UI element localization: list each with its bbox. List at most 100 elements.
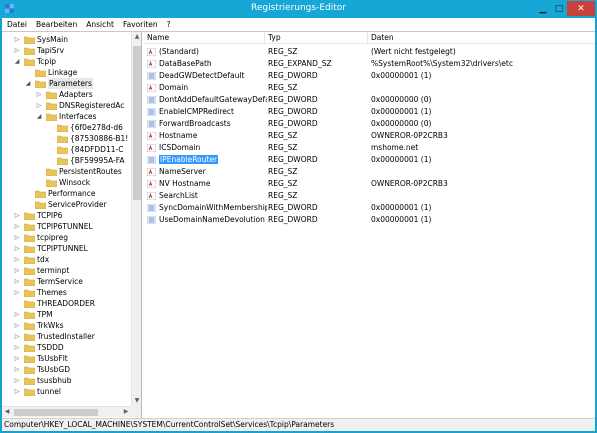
tree-item[interactable]: {BF59995A-FA bbox=[2, 155, 131, 166]
tree-item[interactable]: ▷ tdx bbox=[2, 254, 131, 265]
tree-item[interactable]: ▷ TPM bbox=[2, 309, 131, 320]
expand-icon[interactable]: ▷ bbox=[13, 265, 21, 276]
expand-icon[interactable] bbox=[46, 122, 54, 133]
menu-favoriten[interactable]: Favoriten bbox=[118, 18, 162, 31]
expand-icon[interactable]: ▷ bbox=[13, 232, 21, 243]
tree-item[interactable]: {87530886-B1! bbox=[2, 133, 131, 144]
tree-item[interactable]: PersistentRoutes bbox=[2, 166, 131, 177]
value-row[interactable]: DeadGWDetectDefault REG_DWORD 0x00000001 (… bbox=[144, 70, 595, 82]
expand-icon[interactable]: ▷ bbox=[13, 386, 21, 397]
value-row[interactable]: NameServer REG_SZ bbox=[144, 166, 595, 178]
expand-icon[interactable]: ▷ bbox=[13, 353, 21, 364]
value-row[interactable]: UseDomainNameDevolution REG_DWORD 0x000000… bbox=[144, 214, 595, 226]
value-row[interactable]: DataBasePath REG_EXPAND_SZ %SystemRoot%\Sy… bbox=[144, 58, 595, 70]
tree-item[interactable]: {6f0e278d-d6 bbox=[2, 122, 131, 133]
tree-item[interactable]: ▷ terminpt bbox=[2, 265, 131, 276]
tree-item[interactable]: ▷ Adapters bbox=[2, 89, 131, 100]
collapse-icon[interactable]: ◢ bbox=[35, 111, 43, 122]
expand-icon[interactable]: ▷ bbox=[13, 364, 21, 375]
column-header-data[interactable]: Daten bbox=[368, 32, 595, 44]
expand-icon[interactable]: ▷ bbox=[13, 331, 21, 342]
tree-item[interactable]: ▷ TCPIP6 bbox=[2, 210, 131, 221]
column-header-name[interactable]: Name bbox=[144, 32, 265, 44]
expand-icon[interactable]: ▷ bbox=[13, 243, 21, 254]
column-header-type[interactable]: Typ bbox=[265, 32, 368, 44]
scroll-left-icon[interactable]: ◀ bbox=[2, 407, 12, 417]
tree-vertical-scroll-thumb[interactable] bbox=[133, 46, 141, 200]
menu-datei[interactable]: Datei bbox=[2, 18, 31, 31]
value-row[interactable]: DontAddDefaultGatewayDefaultREG_DWORD 0x0… bbox=[144, 94, 595, 106]
tree-item[interactable]: {84DFDD11-C bbox=[2, 144, 131, 155]
tree-item[interactable]: ServiceProvider bbox=[2, 199, 131, 210]
value-row[interactable]: ICSDomain REG_SZ mshome.net bbox=[144, 142, 595, 154]
tree-vertical-scrollbar[interactable]: ▲ ▼ bbox=[131, 32, 141, 406]
tree-item[interactable]: Performance bbox=[2, 188, 131, 199]
tree-item[interactable]: ▷ TCPIPTUNNEL bbox=[2, 243, 131, 254]
expand-icon[interactable] bbox=[24, 67, 32, 78]
expand-icon[interactable]: ▷ bbox=[13, 34, 21, 45]
menu-bearbeiten[interactable]: Bearbeiten bbox=[31, 18, 81, 31]
expand-icon[interactable] bbox=[35, 166, 43, 177]
collapse-icon[interactable]: ◢ bbox=[24, 78, 32, 89]
menu-ansicht[interactable]: Ansicht bbox=[81, 18, 118, 31]
value-row[interactable]: Hostname REG_SZ OWNEROR-0P2CRB3 bbox=[144, 130, 595, 142]
tree-item[interactable]: ▷ TermService bbox=[2, 276, 131, 287]
tree-item[interactable]: ▷ TapiSrv bbox=[2, 45, 131, 56]
tree-item[interactable]: ▷ SysMain bbox=[2, 34, 131, 45]
tree-item[interactable]: ▷ TrustedInstaller bbox=[2, 331, 131, 342]
scroll-right-icon[interactable]: ▶ bbox=[121, 407, 131, 417]
tree-item[interactable]: ▷ tunnel bbox=[2, 386, 131, 397]
tree-item[interactable]: Winsock bbox=[2, 177, 131, 188]
expand-icon[interactable]: ▷ bbox=[13, 309, 21, 320]
tree-item[interactable]: ◢ Tcpip bbox=[2, 56, 131, 67]
value-row[interactable]: Domain REG_SZ bbox=[144, 82, 595, 94]
tree-item[interactable]: ◢ Interfaces bbox=[2, 111, 131, 122]
value-row[interactable]: SearchList REG_SZ bbox=[144, 190, 595, 202]
minimize-button[interactable]: ▁ bbox=[535, 1, 551, 16]
scroll-up-icon[interactable]: ▲ bbox=[132, 32, 141, 42]
expand-icon[interactable] bbox=[35, 177, 43, 188]
tree-item[interactable]: Linkage bbox=[2, 67, 131, 78]
expand-icon[interactable]: ▷ bbox=[13, 342, 21, 353]
tree-item[interactable]: ▷ TsUsbGD bbox=[2, 364, 131, 375]
expand-icon[interactable]: ▷ bbox=[13, 254, 21, 265]
tree-item[interactable]: ▷ tcpipreg bbox=[2, 232, 131, 243]
expand-icon[interactable]: ▷ bbox=[35, 100, 43, 111]
expand-icon[interactable] bbox=[24, 199, 32, 210]
expand-icon[interactable]: ▷ bbox=[13, 45, 21, 56]
close-button[interactable]: ✕ bbox=[567, 1, 595, 16]
expand-icon[interactable]: ▷ bbox=[13, 276, 21, 287]
expand-icon[interactable] bbox=[46, 133, 54, 144]
tree-item[interactable]: ▷ DNSRegisteredAc bbox=[2, 100, 131, 111]
value-row[interactable]: EnableICMPRedirect REG_DWORD 0x00000001 (1… bbox=[144, 106, 595, 118]
maximize-button[interactable]: □ bbox=[551, 1, 567, 16]
scroll-down-icon[interactable]: ▼ bbox=[132, 396, 141, 406]
tree-item[interactable]: ▷ tsusbhub bbox=[2, 375, 131, 386]
expand-icon[interactable] bbox=[46, 144, 54, 155]
value-row[interactable]: ForwardBroadcasts REG_DWORD 0x00000000 (0) bbox=[144, 118, 595, 130]
expand-icon[interactable]: ▷ bbox=[13, 375, 21, 386]
collapse-icon[interactable]: ◢ bbox=[13, 56, 21, 67]
tree-horizontal-scroll-thumb[interactable] bbox=[14, 409, 98, 416]
value-row[interactable]: IPEnableRouter REG_DWORD 0x00000001 (1) bbox=[144, 154, 595, 166]
tree-item[interactable]: ◢ Parameters bbox=[2, 78, 131, 89]
tree-item[interactable]: ▷ Themes bbox=[2, 287, 131, 298]
expand-icon[interactable] bbox=[46, 155, 54, 166]
expand-icon[interactable]: ▷ bbox=[13, 287, 21, 298]
title-bar[interactable]: Registrierungs-Editor ▁ □ ✕ bbox=[0, 0, 597, 18]
tree-horizontal-scrollbar[interactable]: ◀ ▶ bbox=[2, 406, 131, 417]
value-row[interactable]: NV Hostname REG_SZ OWNEROR-0P2CRB3 bbox=[144, 178, 595, 190]
menu-help[interactable]: ? bbox=[162, 18, 175, 31]
expand-icon[interactable]: ▷ bbox=[13, 221, 21, 232]
tree-item[interactable]: ▷ TsUsbFlt bbox=[2, 353, 131, 364]
value-row[interactable]: SyncDomainWithMembership REG_DWORD 0x00000… bbox=[144, 202, 595, 214]
expand-icon[interactable]: ▷ bbox=[13, 210, 21, 221]
expand-icon[interactable] bbox=[13, 298, 21, 309]
expand-icon[interactable]: ▷ bbox=[35, 89, 43, 100]
expand-icon[interactable]: ▷ bbox=[13, 320, 21, 331]
tree-item[interactable]: THREADORDER bbox=[2, 298, 131, 309]
value-row[interactable]: (Standard) REG_SZ (Wert nicht festgelegt) bbox=[144, 46, 595, 58]
tree-item[interactable]: ▷ TCPIP6TUNNEL bbox=[2, 221, 131, 232]
tree-item[interactable]: ▷ TSDDD bbox=[2, 342, 131, 353]
tree-item[interactable]: ▷ TrkWks bbox=[2, 320, 131, 331]
